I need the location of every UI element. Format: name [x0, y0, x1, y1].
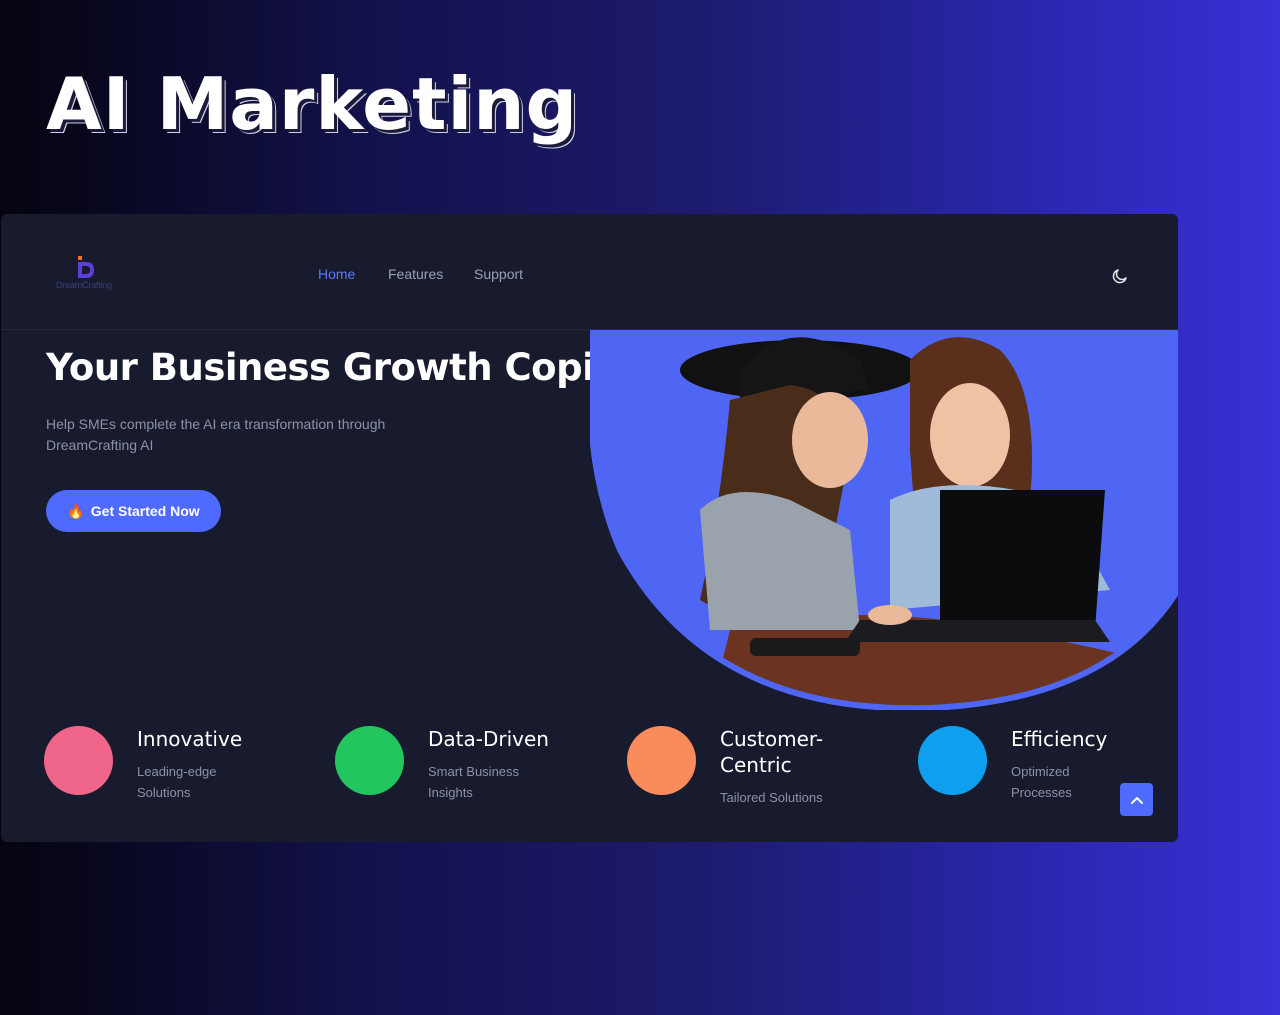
- logo-text: DreamCrafting: [56, 280, 112, 290]
- scroll-to-top-button[interactable]: [1120, 783, 1153, 816]
- feature-customer-centric: Customer-Centric Tailored Solutions: [627, 726, 887, 826]
- website-window: DreamCrafting Home Features Support Your…: [1, 214, 1178, 842]
- feature-data-driven: Data-Driven Smart Business Insights: [335, 726, 595, 826]
- hero-title: Your Business Growth Copilot: [46, 346, 649, 389]
- feature-dot: [335, 726, 404, 795]
- feature-title: Customer-Centric: [720, 727, 824, 777]
- nav-home[interactable]: Home: [318, 266, 355, 282]
- hero-image: [590, 330, 1178, 710]
- chevron-up-icon: [1130, 796, 1143, 804]
- feature-title: Innovative: [137, 727, 243, 751]
- feature-desc: Smart Business Insights: [428, 764, 520, 800]
- feature-dot: [44, 726, 113, 795]
- promo-title: AI Marketing: [46, 62, 578, 146]
- nav-support[interactable]: Support: [474, 266, 523, 282]
- nav-features[interactable]: Features: [388, 266, 443, 282]
- get-started-button[interactable]: 🔥 Get Started Now: [46, 490, 221, 532]
- feature-dot: [627, 726, 696, 795]
- logo[interactable]: DreamCrafting: [56, 256, 126, 294]
- feature-desc: Tailored Solutions: [720, 790, 823, 805]
- feature-desc: Optimized Processes: [1011, 764, 1072, 800]
- feature-title: Efficiency: [1011, 727, 1108, 751]
- navbar: DreamCrafting Home Features Support: [1, 214, 1178, 330]
- feature-innovative: Innovative Leading-edge Solutions: [44, 726, 304, 826]
- feature-title: Data-Driven: [428, 727, 549, 751]
- get-started-label: Get Started Now: [90, 503, 200, 519]
- feature-desc: Leading-edge Solutions: [137, 764, 217, 800]
- feature-dot: [918, 726, 987, 795]
- hero-subtitle: Help SMEs complete the AI era transforma…: [46, 416, 386, 453]
- logo-icon: [78, 256, 94, 278]
- moon-icon[interactable]: [1111, 267, 1129, 285]
- fire-icon: 🔥: [67, 502, 85, 519]
